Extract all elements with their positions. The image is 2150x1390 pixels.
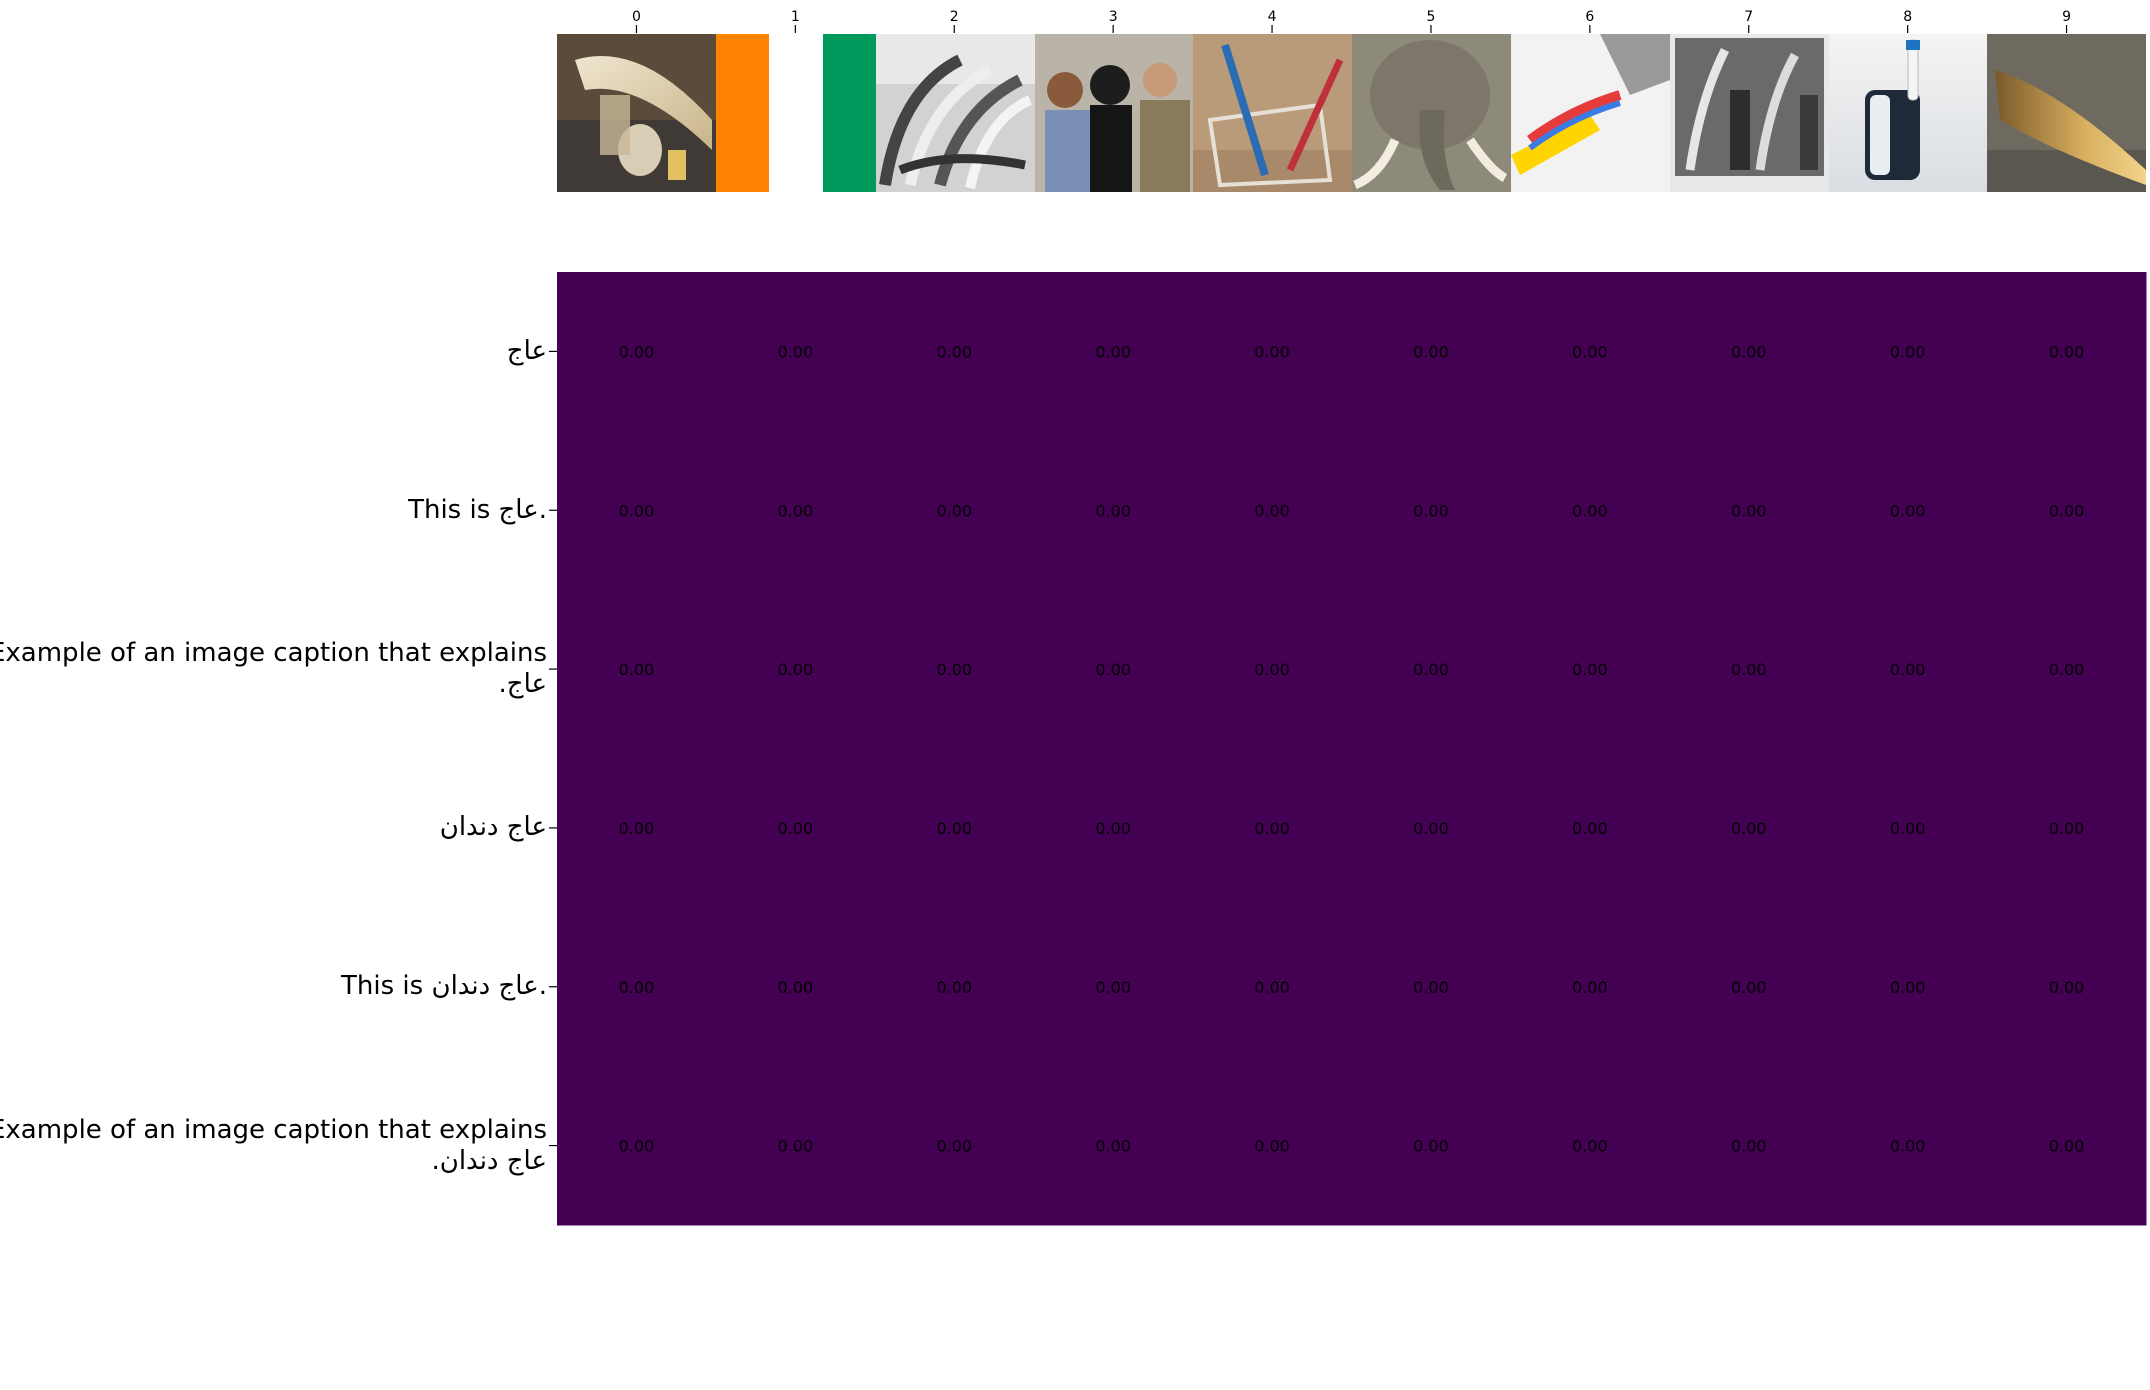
- cell-value-label: 0.00: [1731, 501, 1767, 520]
- cell-value-label: 0.00: [1572, 660, 1608, 679]
- cell-value-label: 0.00: [1095, 978, 1131, 997]
- x-tick-label: 9: [2062, 9, 2071, 25]
- cell-value-label: 0.00: [1572, 819, 1608, 838]
- cell-value-label: 0.00: [1095, 819, 1131, 838]
- cell-value-label: 0.00: [1413, 978, 1449, 997]
- cell-value-label: 0.00: [936, 342, 972, 361]
- thumbnail-ivory-tusk: [557, 34, 716, 192]
- cell-value-label: 0.00: [778, 1137, 814, 1156]
- cell-value-label: 0.00: [1731, 819, 1767, 838]
- thumbnail-flag-green: [823, 34, 876, 192]
- cell-value-label: 0.00: [619, 342, 655, 361]
- y-tick-label-line: عاج دندان: [439, 812, 547, 843]
- cell-value-label: 0.00: [1731, 660, 1767, 679]
- cell-value-label: 0.00: [1413, 660, 1449, 679]
- cell-value-label: 0.00: [1572, 978, 1608, 997]
- thumbnail-brushing-teeth: [1035, 34, 1193, 192]
- cell-value-label: 0.00: [1095, 660, 1131, 679]
- cell-value-label: 0.00: [2049, 819, 2085, 838]
- cell-value-label: 0.00: [619, 819, 655, 838]
- y-tick-label-line: Example of an image caption that explain…: [0, 638, 547, 669]
- cell-value-label: 0.00: [1413, 501, 1449, 520]
- cell-value-label: 0.00: [1095, 342, 1131, 361]
- cell-value-label: 0.00: [1890, 1137, 1926, 1156]
- thumbnail-strip: [557, 34, 2146, 192]
- cell-value-label: 0.00: [619, 501, 655, 520]
- cell-value-label: 0.00: [1731, 1137, 1767, 1156]
- cell-value-label: 0.00: [1254, 342, 1290, 361]
- cell-value-label: 0.00: [2049, 342, 2085, 361]
- y-tick-label-line: عاج دندان.: [431, 1145, 547, 1176]
- cell-value-label: 0.00: [936, 501, 972, 520]
- cell-value-label: 0.00: [2049, 1137, 2085, 1156]
- cell-value-label: 0.00: [1890, 978, 1926, 997]
- cell-value-label: 0.00: [1890, 501, 1926, 520]
- x-tick-label: 3: [1109, 9, 1118, 25]
- y-tick-label: Example of an image caption that explain…: [0, 638, 547, 700]
- cell-value-label: 0.00: [2049, 978, 2085, 997]
- cell-value-label: 0.00: [619, 660, 655, 679]
- cell-value-label: 0.00: [778, 978, 814, 997]
- y-tick-label: This is عاج دندان.: [341, 971, 547, 1002]
- x-tick-label: 6: [1585, 9, 1594, 25]
- y-tick-label: This is عاج.: [408, 495, 547, 526]
- y-tick-label-line: Example of an image caption that explain…: [0, 1114, 547, 1145]
- thumbnail-carved-horn: [1987, 34, 2146, 192]
- cell-value-label: 0.00: [936, 660, 972, 679]
- cell-value-label: 0.00: [936, 819, 972, 838]
- x-tick-label: 8: [1903, 9, 1912, 25]
- thumbnail-electric-toothbrush: [1829, 34, 1987, 192]
- cell-value-label: 0.00: [619, 1137, 655, 1156]
- y-tick-label-line: عاج: [506, 335, 547, 366]
- cell-value-label: 0.00: [1095, 1137, 1131, 1156]
- y-tick-label: Example of an image caption that explain…: [0, 1115, 547, 1177]
- y-tick-label-line: عاج.: [498, 669, 547, 700]
- cell-value-label: 0.00: [936, 978, 972, 997]
- y-tick-label: عاج: [507, 336, 547, 367]
- x-tick-label: 7: [1744, 9, 1753, 25]
- thumbnail-toothpaste: [1511, 34, 1670, 192]
- x-tick-label: 0: [632, 9, 641, 25]
- cell-value-label: 0.00: [1572, 1137, 1608, 1156]
- cell-value-label: 0.00: [778, 342, 814, 361]
- cell-value-label: 0.00: [1413, 342, 1449, 361]
- cell-value-label: 0.00: [778, 819, 814, 838]
- thumbnail-stacked-tusks: [876, 34, 1035, 192]
- cell-value-label: 0.00: [1095, 501, 1131, 520]
- cell-value-label: 0.00: [1572, 501, 1608, 520]
- thumbnail-vintage-tusks: [1670, 34, 1829, 192]
- thumbnail-toothbrushes: [1193, 34, 1352, 192]
- cell-value-label: 0.00: [2049, 501, 2085, 520]
- cell-value-label: 0.00: [1254, 501, 1290, 520]
- cell-value-label: 0.00: [2049, 660, 2085, 679]
- cell-value-label: 0.00: [1572, 342, 1608, 361]
- cell-value-label: 0.00: [1254, 819, 1290, 838]
- y-tick-label-line: This is عاج.: [408, 494, 547, 525]
- cell-value-label: 0.00: [1890, 342, 1926, 361]
- cell-value-label: 0.00: [1254, 660, 1290, 679]
- cell-value-label: 0.00: [1254, 1137, 1290, 1156]
- cell-value-label: 0.00: [1254, 978, 1290, 997]
- cell-value-label: 0.00: [1413, 1137, 1449, 1156]
- cell-value-label: 0.00: [778, 501, 814, 520]
- x-tick-label: 5: [1426, 9, 1435, 25]
- cell-value-label: 0.00: [619, 978, 655, 997]
- cell-value-label: 0.00: [936, 1137, 972, 1156]
- cell-value-label: 0.00: [1890, 660, 1926, 679]
- x-tick-label: 2: [950, 9, 959, 25]
- cell-value-label: 0.00: [778, 660, 814, 679]
- thumbnail-flag-orange: [716, 34, 769, 192]
- heatmap-grid: 0.00 0.00 0.00 0.00 0.00 0.00 0.00 0.00 0.00 0.00…: [557, 272, 2147, 1226]
- x-tick-label: 1: [791, 9, 800, 25]
- cell-value-label: 0.00: [1890, 819, 1926, 838]
- cell-value-label: 0.00: [1731, 978, 1767, 997]
- x-tick-label: 4: [1268, 9, 1277, 25]
- y-tick-label-line: This is عاج دندان.: [341, 971, 547, 1002]
- y-tick-label: عاج دندان: [440, 812, 547, 843]
- cell-value-label: 0.00: [1413, 819, 1449, 838]
- thumbnail-elephant: [1352, 34, 1511, 192]
- cell-value-label: 0.00: [1731, 342, 1767, 361]
